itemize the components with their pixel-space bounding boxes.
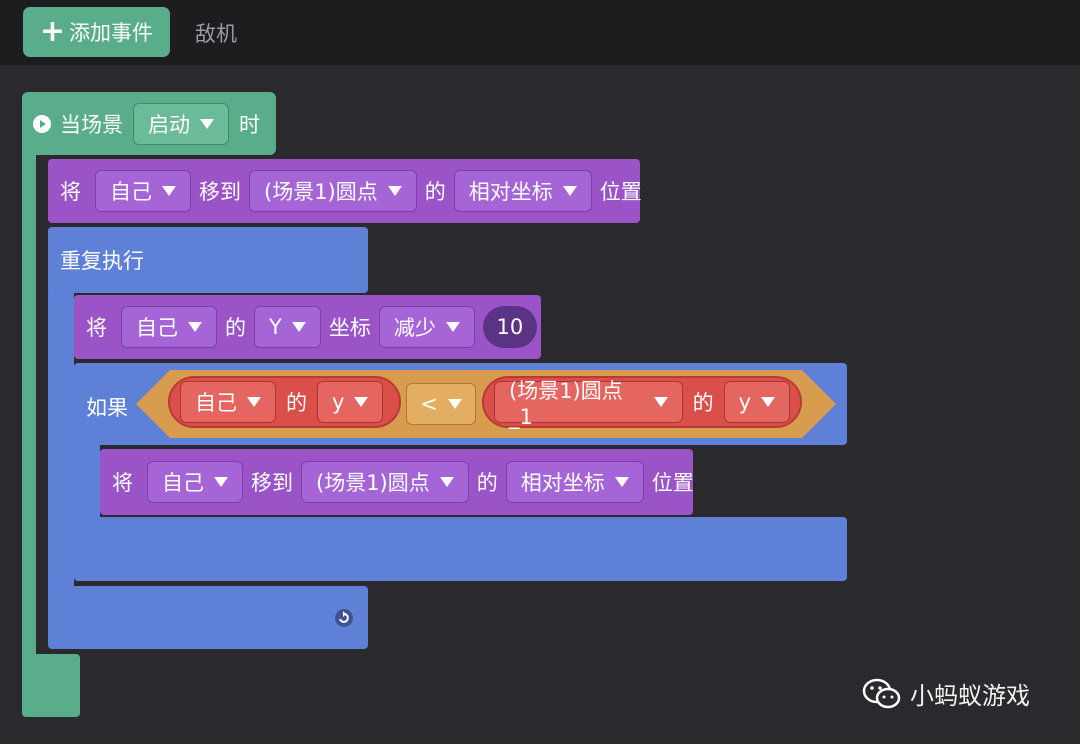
left-obj-dropdown[interactable]: 自己 bbox=[180, 381, 276, 423]
move-verb: 将 bbox=[60, 180, 81, 204]
op-label: 减少 bbox=[393, 316, 436, 340]
moveto-label: 移到 bbox=[251, 471, 293, 495]
repeat-block[interactable]: 重复执行 bbox=[48, 227, 368, 293]
mode-label: 相对坐标 bbox=[468, 180, 553, 204]
event-rail bbox=[22, 150, 36, 670]
of-label: 的 bbox=[424, 180, 446, 204]
move-to-block[interactable]: 将 自己 移到 (场景1)圆点 的 相对坐标 位置 bbox=[48, 159, 642, 223]
op-dropdown[interactable]: 减少 bbox=[378, 306, 475, 348]
dropdown-arrow-icon bbox=[188, 322, 202, 332]
right-obj-label: (场景1)圆点_1 bbox=[509, 379, 623, 429]
loop-icon bbox=[335, 609, 353, 627]
left-prop-dropdown[interactable]: y bbox=[317, 381, 384, 423]
left-property-pill[interactable]: 自己 的 y bbox=[168, 376, 401, 428]
right-obj-dropdown[interactable]: (场景1)圆点_1 bbox=[494, 379, 683, 429]
watermark-text: 小蚂蚁游戏 bbox=[910, 682, 1030, 710]
dropdown-arrow-icon bbox=[247, 397, 261, 407]
right-of-label: 的 bbox=[692, 391, 714, 415]
play-icon bbox=[33, 114, 51, 133]
if-foot bbox=[74, 517, 847, 581]
dropdown-arrow-icon bbox=[562, 186, 577, 196]
plus-icon: + bbox=[39, 14, 66, 49]
dropdown-arrow-icon bbox=[761, 397, 775, 407]
dropdown-arrow-icon bbox=[614, 477, 629, 487]
pos-label: 位置 bbox=[599, 180, 642, 204]
of-label: 的 bbox=[476, 471, 498, 495]
move-to-block-inner[interactable]: 将 自己 移到 (场景1)圆点 的 相对坐标 位置 bbox=[100, 449, 694, 515]
dropdown-arrow-icon bbox=[354, 397, 369, 407]
dropdown-arrow-icon bbox=[445, 322, 460, 332]
target-label: (场景1)圆点 bbox=[264, 180, 378, 204]
axis-label: Y bbox=[269, 315, 282, 339]
right-prop-label: y bbox=[738, 390, 751, 414]
dropdown-arrow-icon bbox=[214, 477, 228, 487]
dropdown-arrow-icon bbox=[447, 399, 462, 409]
add-event-label: 添加事件 bbox=[69, 21, 154, 45]
subject-label: 自己 bbox=[110, 180, 152, 204]
repeat-rail bbox=[48, 290, 74, 590]
right-property-pill[interactable]: (场景1)圆点_1 的 y bbox=[482, 376, 802, 429]
repeat-label: 重复执行 bbox=[60, 249, 144, 273]
axis-dropdown[interactable]: Y bbox=[254, 306, 321, 348]
dropdown-arrow-icon bbox=[653, 397, 668, 407]
target-dropdown[interactable]: (场景1)圆点 bbox=[301, 461, 469, 503]
amount-input[interactable]: 10 bbox=[482, 306, 537, 348]
subject-dropdown[interactable]: 自己 bbox=[95, 170, 191, 212]
right-operand[interactable]: (场景1)圆点_1 的 y bbox=[482, 376, 802, 429]
coord-label: 坐标 bbox=[328, 316, 371, 340]
left-obj-label: 自己 bbox=[195, 391, 237, 415]
dropdown-arrow-icon bbox=[291, 322, 306, 332]
comparator-dropdown[interactable]: < bbox=[406, 383, 476, 425]
tab-enemy[interactable]: 敌机 bbox=[195, 18, 237, 48]
change-y-block[interactable]: 将 自己 的 Y 坐标 减少 10 bbox=[74, 295, 541, 359]
move-verb: 将 bbox=[112, 471, 133, 495]
dropdown-arrow-icon bbox=[200, 118, 214, 129]
left-operand[interactable]: 自己 的 y bbox=[168, 376, 401, 428]
event-foot bbox=[22, 654, 80, 717]
repeat-foot bbox=[48, 586, 368, 649]
change-verb: 将 bbox=[86, 316, 107, 340]
mode-label: 相对坐标 bbox=[520, 471, 605, 495]
left-prop-label: y bbox=[332, 390, 345, 414]
trigger-dropdown[interactable]: 启动 bbox=[133, 102, 229, 145]
dropdown-arrow-icon bbox=[439, 477, 454, 487]
trigger-label: 启动 bbox=[148, 112, 190, 137]
if-label: 如果 bbox=[86, 396, 128, 420]
subject-dropdown[interactable]: 自己 bbox=[121, 306, 217, 348]
subject-label: 自己 bbox=[136, 316, 178, 340]
wechat-icon bbox=[862, 678, 901, 708]
target-label: (场景1)圆点 bbox=[316, 471, 430, 495]
target-dropdown[interactable]: (场景1)圆点 bbox=[249, 170, 417, 212]
event-suffix: 时 bbox=[239, 112, 260, 137]
pos-label: 位置 bbox=[651, 471, 694, 495]
dropdown-arrow-icon bbox=[387, 186, 402, 196]
left-of-label: 的 bbox=[286, 391, 307, 415]
right-prop-dropdown[interactable]: y bbox=[723, 381, 790, 423]
event-block[interactable]: 当场景 启动 时 bbox=[22, 92, 276, 155]
of-label: 的 bbox=[225, 316, 246, 340]
watermark: 小蚂蚁游戏 bbox=[862, 676, 1030, 711]
mode-dropdown[interactable]: 相对坐标 bbox=[505, 461, 644, 503]
comparator-label: < bbox=[420, 392, 438, 416]
subject-dropdown[interactable]: 自己 bbox=[147, 461, 243, 503]
mode-dropdown[interactable]: 相对坐标 bbox=[453, 170, 592, 212]
subject-label: 自己 bbox=[162, 471, 204, 495]
add-event-button[interactable]: + 添加事件 bbox=[23, 7, 170, 57]
comparator[interactable]: < bbox=[406, 383, 476, 425]
moveto-label: 移到 bbox=[199, 180, 241, 204]
event-prefix: 当场景 bbox=[60, 112, 123, 137]
dropdown-arrow-icon bbox=[162, 186, 176, 196]
